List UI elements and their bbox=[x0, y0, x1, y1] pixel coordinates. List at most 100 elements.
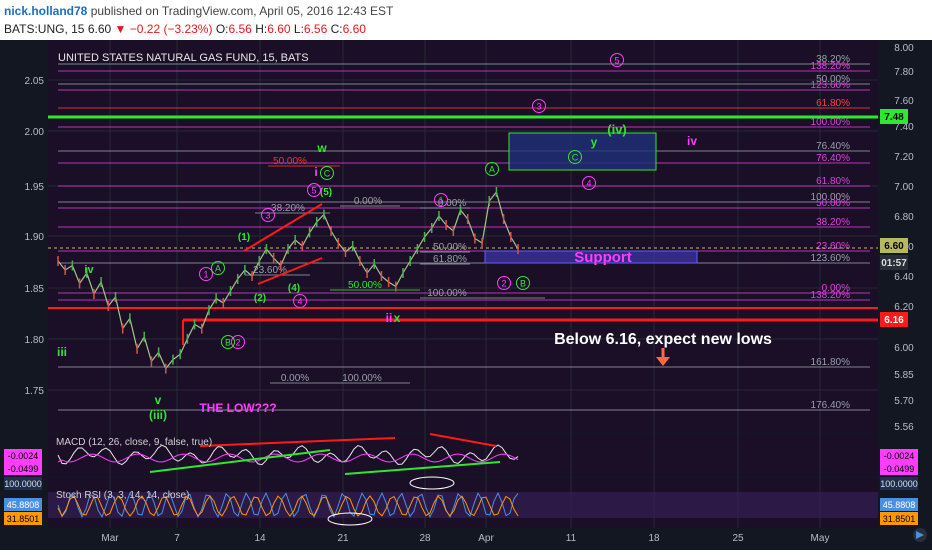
wave-label: w bbox=[316, 141, 327, 155]
publisher-line: nick.holland78 published on TradingView.… bbox=[4, 4, 393, 18]
wave-label: 4 bbox=[586, 179, 591, 189]
wave-label: THE LOW??? bbox=[199, 401, 276, 415]
wave-label: Support bbox=[574, 249, 632, 266]
fib-label: 161.80% bbox=[811, 357, 851, 368]
wave-label: (1) bbox=[238, 232, 250, 243]
fib-label: 23.60% bbox=[816, 241, 850, 252]
stoch-d-left: 31.8501 bbox=[7, 514, 40, 524]
wave-label: ii bbox=[386, 311, 393, 325]
wave-label: 1 bbox=[203, 270, 208, 280]
x-tick-label: May bbox=[811, 533, 830, 544]
fib-label: 138.20% bbox=[811, 61, 851, 72]
wave-label: x bbox=[394, 311, 401, 325]
x-tick-label: 28 bbox=[419, 533, 431, 544]
x-tick-label: Mar bbox=[101, 533, 119, 544]
left-tick-label: 2.05 bbox=[25, 76, 45, 87]
wave-label: A bbox=[215, 264, 221, 274]
wave-label: B bbox=[520, 279, 526, 289]
price-tag: 6.16 bbox=[884, 315, 904, 326]
right-tick-label: 5.56 bbox=[894, 422, 914, 433]
logo-icon bbox=[913, 528, 927, 542]
chart-header: nick.holland78 published on TradingView.… bbox=[0, 0, 932, 40]
fib-label: 100.00% bbox=[342, 373, 382, 384]
wave-label: 2 bbox=[501, 279, 506, 289]
stoch-k-left: 45.8808 bbox=[7, 500, 40, 510]
fib-label: 123.60% bbox=[811, 80, 851, 91]
left-tick-label: 1.95 bbox=[25, 182, 45, 193]
high-value: 6.60 bbox=[267, 22, 291, 36]
change-arrow-icon: ▼ bbox=[114, 22, 127, 36]
x-tick-label: 7 bbox=[174, 533, 180, 544]
chart-title: UNITED STATES NATURAL GAS FUND, 15, BATS bbox=[58, 52, 309, 64]
fib-label: 61.80% bbox=[433, 254, 467, 265]
fib-label: 76.40% bbox=[816, 141, 850, 152]
wave-label: v bbox=[155, 393, 162, 407]
fib-label: 61.80% bbox=[816, 176, 850, 187]
fib-label: 76.40% bbox=[816, 153, 850, 164]
x-tick-label: 11 bbox=[566, 533, 577, 544]
price-tag: 6.60 bbox=[884, 241, 904, 252]
macd-signal-right: -0.0499 bbox=[884, 464, 915, 474]
wave-label: 3 bbox=[265, 211, 270, 221]
right-tick-label: 7.20 bbox=[894, 152, 914, 163]
wave-label: iv bbox=[687, 134, 697, 148]
fib-label: 123.60% bbox=[811, 253, 851, 264]
target-zone-box bbox=[508, 132, 657, 171]
price-tag: 7.48 bbox=[884, 112, 904, 123]
stoch-d-right: 31.8501 bbox=[883, 514, 916, 524]
wave-label: 2 bbox=[235, 338, 240, 348]
x-tick-label: 21 bbox=[337, 533, 349, 544]
x-tick-label: 18 bbox=[648, 533, 660, 544]
wave-label: (4) bbox=[288, 283, 300, 294]
wave-label: iv bbox=[84, 264, 94, 276]
chart-svg[interactable]: 38.20%138.20%50.00%123.60%61.80%100.00%7… bbox=[0, 40, 932, 550]
wave-label: 3 bbox=[536, 102, 541, 112]
wave-label: 4 bbox=[297, 297, 302, 307]
fib-label: 50.00% bbox=[273, 156, 307, 167]
publish-info: published on TradingView.com, April 05, … bbox=[90, 4, 394, 18]
fib-label: 50.00% bbox=[348, 280, 382, 291]
left-tick-label: 1.80 bbox=[25, 335, 45, 346]
fib-label: 100.00% bbox=[427, 288, 467, 299]
wave-label: (2) bbox=[254, 293, 266, 304]
wave-label: (iv) bbox=[607, 122, 627, 137]
fib-label: 50.00% bbox=[816, 198, 850, 209]
stoch-k-right: 45.8808 bbox=[883, 500, 916, 510]
author-link[interactable]: nick.holland78 bbox=[4, 4, 87, 18]
left-tick-label: 2.00 bbox=[25, 127, 45, 138]
left-tick-label: 1.85 bbox=[25, 284, 45, 295]
stoch-top-left: 100.0000 bbox=[4, 479, 42, 489]
fib-label: 38.20% bbox=[816, 217, 850, 228]
macd-value-left: -0.0024 bbox=[8, 451, 39, 461]
wave-label: C bbox=[324, 169, 331, 179]
low-value: 6.56 bbox=[303, 22, 328, 36]
last-price: 6.60 bbox=[87, 22, 112, 36]
symbol-name: BATS:UNG, 15 bbox=[4, 22, 85, 36]
x-tick-label: 14 bbox=[254, 533, 266, 544]
macd-signal-left: -0.0499 bbox=[8, 464, 39, 474]
x-tick-label: Apr bbox=[478, 533, 494, 544]
symbol-line: BATS:UNG, 15 6.60 ▼ −0.22 (−3.23%) O:6.5… bbox=[4, 22, 366, 36]
right-tick-label: 7.60 bbox=[894, 96, 914, 107]
fib-label: 0.00% bbox=[281, 373, 309, 384]
x-tick-label: 25 bbox=[732, 533, 744, 544]
stoch-label: Stoch RSI (3, 3, 14, 14, close) bbox=[56, 490, 189, 501]
fib-label: 0.00% bbox=[354, 196, 382, 207]
fib-label: 100.00% bbox=[811, 117, 851, 128]
wave-label: (5) bbox=[320, 187, 332, 198]
wave-label: Below 6.16, expect new lows bbox=[554, 331, 772, 348]
wave-label: iii bbox=[57, 345, 67, 359]
wave-label: 5 bbox=[311, 186, 316, 196]
right-tick-label: 6.00 bbox=[894, 343, 914, 354]
fib-label: 176.40% bbox=[811, 400, 851, 411]
right-tick-label: 6.40 bbox=[894, 272, 914, 283]
left-tick-label: 1.90 bbox=[25, 232, 45, 243]
fib-label: 138.20% bbox=[811, 290, 851, 301]
countdown-tag: 01:57 bbox=[881, 258, 907, 269]
right-tick-label: 7.80 bbox=[894, 67, 914, 78]
wave-label: A bbox=[489, 165, 495, 175]
wave-label: i bbox=[314, 165, 317, 179]
wave-label: 5 bbox=[614, 56, 619, 66]
chart-stage[interactable]: 38.20% 138.20% 50.00% 123.60% 61.80% 100.00% 7… bbox=[0, 40, 932, 555]
stoch-top-right: 100.0000 bbox=[880, 479, 918, 489]
